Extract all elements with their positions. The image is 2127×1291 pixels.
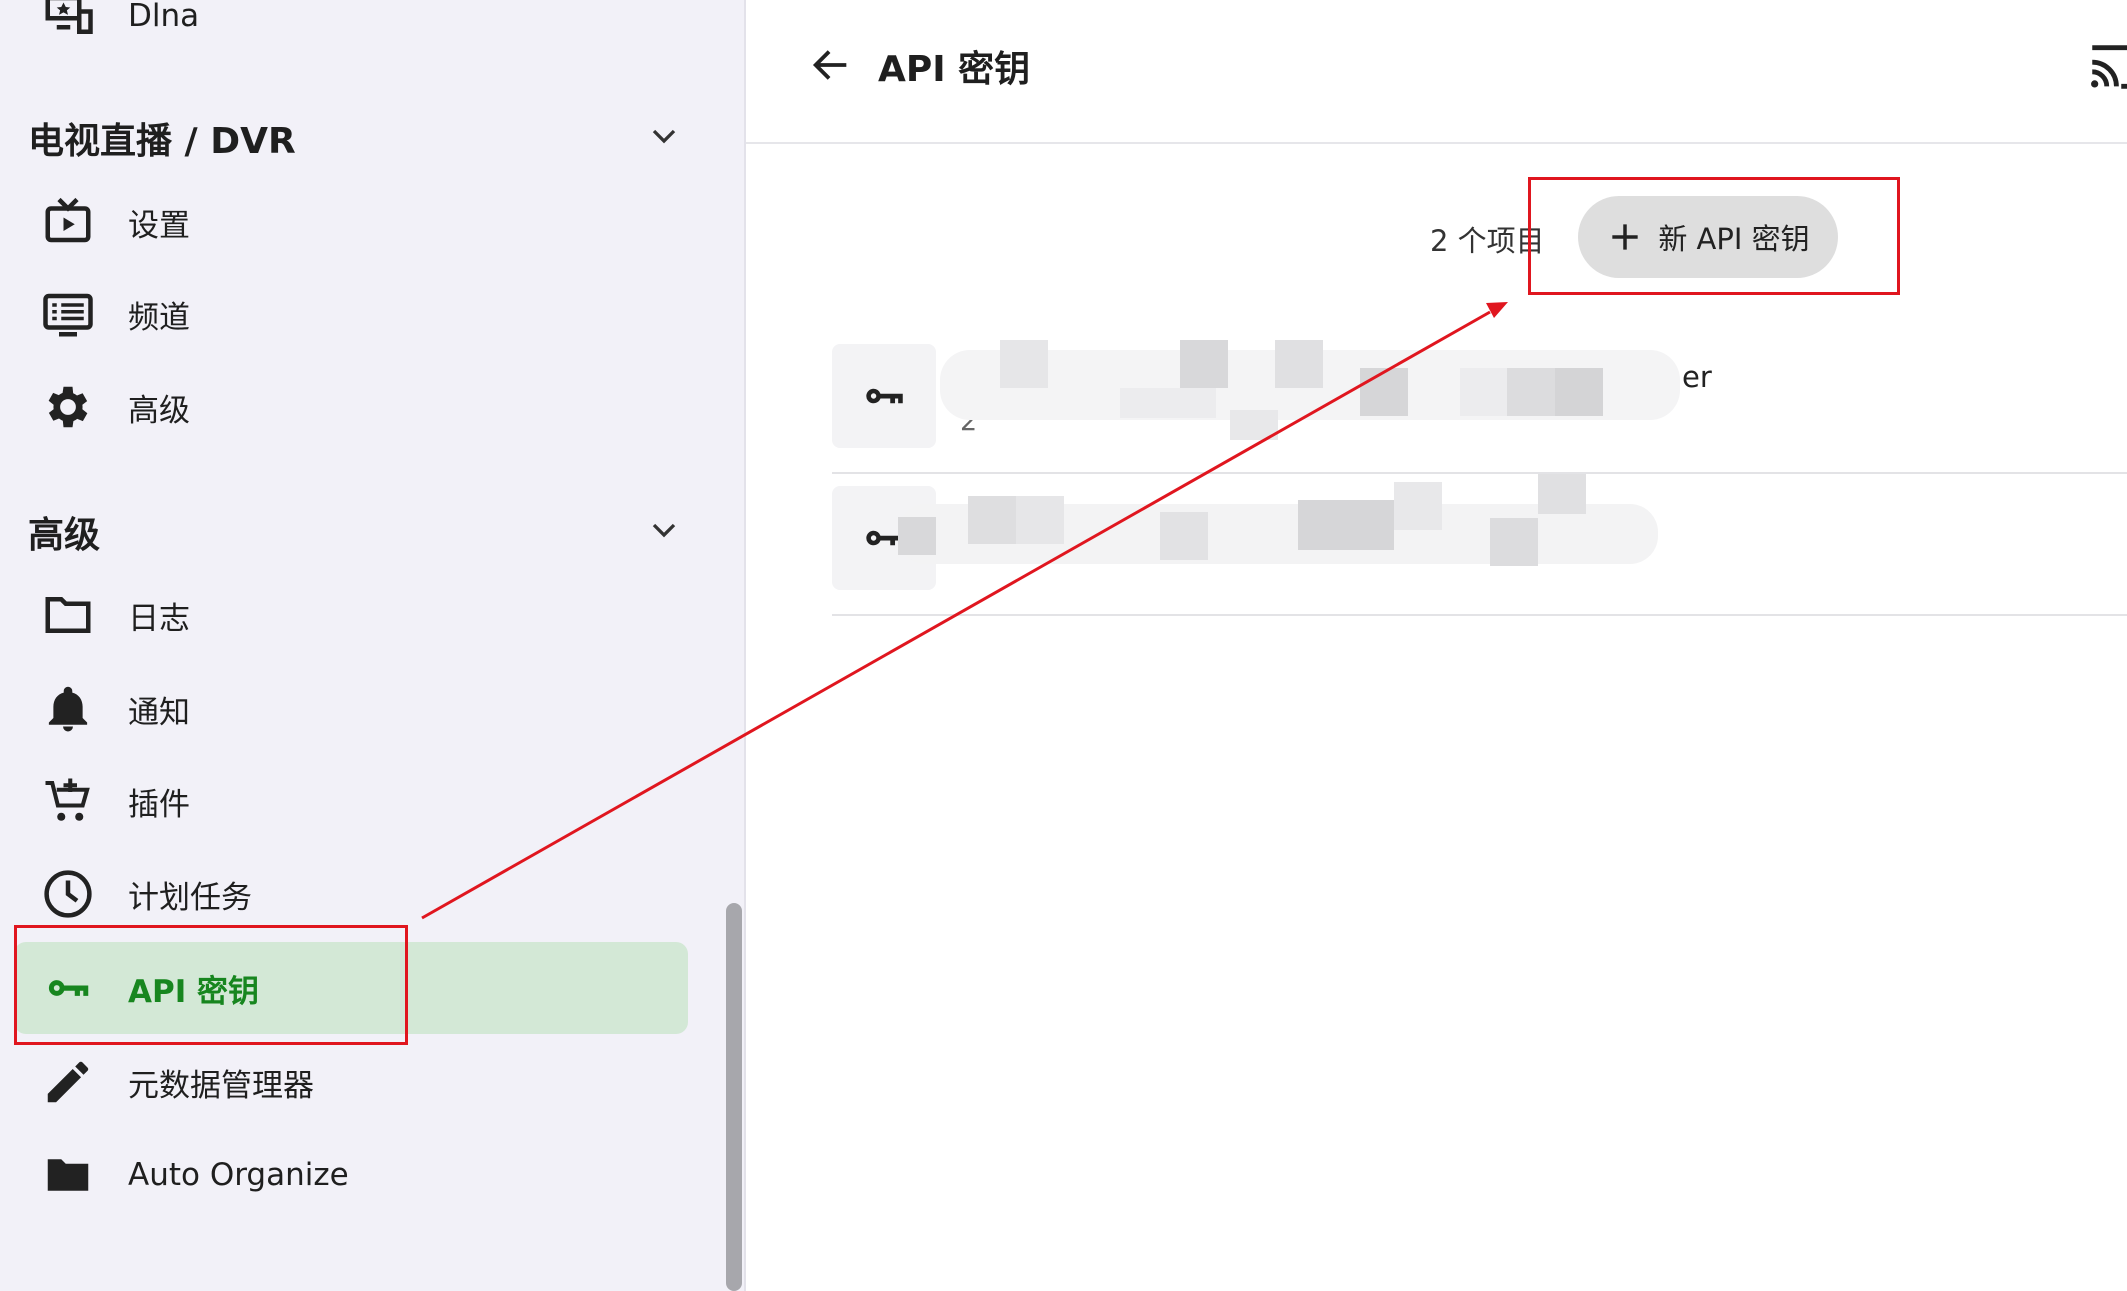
cart-plus-icon [36, 769, 100, 833]
sidebar-item-dlna[interactable]: Dlna [14, 0, 688, 62]
section-header-advanced[interactable]: 高级 [28, 502, 688, 562]
sidebar-item-label: 高级 [128, 392, 190, 429]
bell-icon [36, 677, 100, 741]
sidebar-item-channels[interactable]: 频道 [14, 268, 688, 360]
sidebar-item-plugins[interactable]: 插件 [14, 755, 688, 847]
sidebar-item-livetv-settings[interactable]: 设置 [14, 176, 688, 268]
channel-list-icon [36, 282, 100, 346]
cast-icon[interactable] [2085, 38, 2127, 96]
section-title: 电视直播 / DVR [28, 121, 296, 162]
sidebar-item-notifications[interactable]: 通知 [14, 663, 688, 755]
key-icon [866, 388, 903, 404]
arrow-left-icon [812, 50, 847, 80]
sidebar-item-label: 频道 [128, 299, 190, 336]
sidebar-item-logs[interactable]: 日志 [14, 569, 688, 661]
section-title: 高级 [28, 515, 101, 556]
section-header-livetv[interactable]: 电视直播 / DVR [28, 108, 688, 168]
sidebar-item-label: Dlna [128, 0, 200, 34]
sidebar-item-auto-organize[interactable]: Auto Organize [14, 1129, 688, 1221]
sidebar-item-label: 计划任务 [128, 879, 252, 916]
sidebar-item-label: Auto Organize [128, 1157, 349, 1193]
folder-icon [36, 1143, 100, 1207]
sidebar-item-label: 插件 [128, 786, 190, 823]
gear-icon [36, 375, 100, 439]
highlight-box-new-key [1528, 177, 1900, 295]
sidebar-scrollbar[interactable] [726, 903, 742, 1291]
monitor-star-icon [36, 0, 100, 48]
sidebar-item-livetv-advanced[interactable]: 高级 [14, 361, 688, 453]
clock-icon [36, 862, 100, 926]
folder-outline-icon [36, 583, 100, 647]
redaction-mosaic [898, 472, 1658, 612]
top-bar: API 密钥 [746, 0, 2127, 144]
back-button[interactable] [800, 34, 862, 96]
sidebar-item-metadata-manager[interactable]: 元数据管理器 [14, 1036, 688, 1128]
api-key-app-name: er [1682, 360, 1712, 394]
key-avatar [832, 344, 936, 448]
sidebar-item-label: 通知 [128, 694, 190, 731]
page-title: API 密钥 [878, 49, 1031, 90]
sidebar-item-label: 元数据管理器 [128, 1067, 314, 1104]
sidebar-item-label: 日志 [128, 600, 190, 637]
redaction-mosaic [940, 340, 1680, 465]
tv-play-icon [36, 190, 100, 254]
api-key-row[interactable]: 2 er [832, 330, 2127, 474]
sidebar: Dlna 电视直播 / DVR 设置 频道 高级 高级 日志 通知 插件 计划任… [0, 0, 746, 1291]
highlight-box-sidebar [14, 925, 408, 1045]
pencil-icon [36, 1050, 100, 1114]
api-key-row[interactable] [832, 472, 2127, 616]
sidebar-item-label: 设置 [128, 207, 190, 244]
chevron-down-icon [644, 116, 688, 160]
chevron-down-icon [644, 510, 688, 554]
